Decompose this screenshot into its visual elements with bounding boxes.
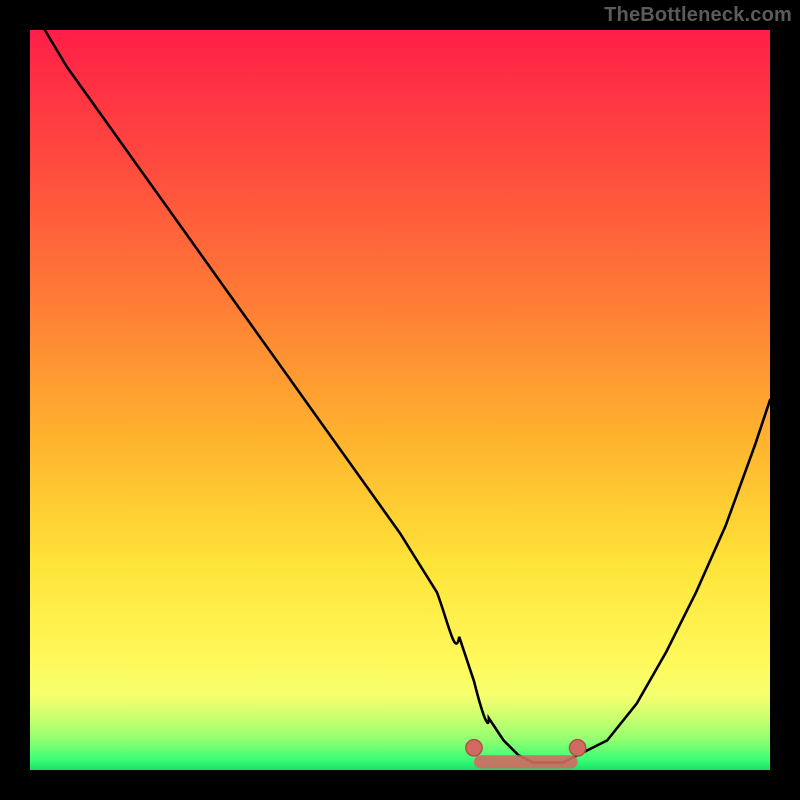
background-gradient <box>30 30 770 770</box>
chart-stage: TheBottleneck.com <box>0 0 800 800</box>
plot-area <box>30 30 770 770</box>
watermark-text: TheBottleneck.com <box>604 4 792 27</box>
